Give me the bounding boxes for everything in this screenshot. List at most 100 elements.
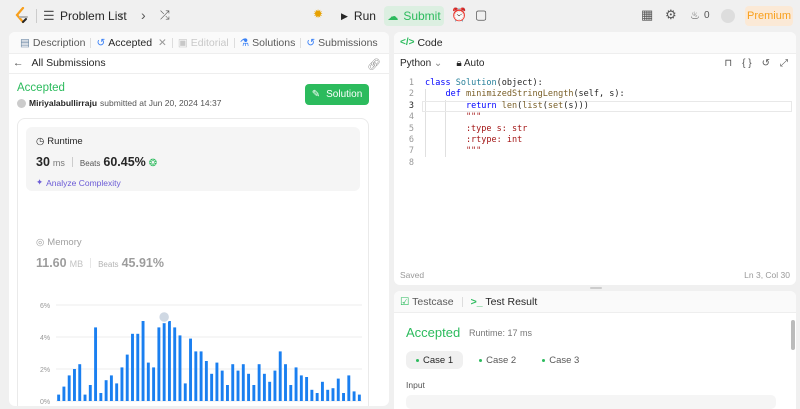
- chart-bar[interactable]: [141, 321, 145, 401]
- case-tab-2[interactable]: Case 2: [469, 351, 526, 369]
- chart-bar[interactable]: [62, 386, 66, 401]
- chart-bar[interactable]: [284, 364, 287, 401]
- chart-bar[interactable]: [210, 373, 214, 401]
- submit-button[interactable]: ☁ Submit: [384, 6, 444, 26]
- chart-bar[interactable]: [157, 327, 161, 401]
- chart-bar[interactable]: [320, 381, 324, 401]
- debug-icon[interactable]: ✹: [313, 7, 323, 21]
- chart-bar[interactable]: [136, 333, 140, 401]
- language-select[interactable]: Python ⌄: [400, 58, 442, 69]
- tab-testcase[interactable]: ☑ Testcase: [400, 296, 454, 308]
- chart-bar[interactable]: [88, 385, 92, 401]
- username[interactable]: Miriyalabullirraju: [29, 98, 97, 108]
- chart-bar[interactable]: [257, 364, 261, 401]
- chart-bar[interactable]: [326, 389, 330, 401]
- tab-accepted[interactable]: ↺ Accepted ✕: [91, 37, 171, 49]
- fire-icon[interactable]: ♨: [690, 9, 700, 22]
- chart-bar[interactable]: [173, 327, 177, 401]
- gear-icon[interactable]: ⚙: [665, 7, 677, 23]
- chart-bar[interactable]: [178, 335, 182, 401]
- tab-code[interactable]: Code: [417, 37, 442, 49]
- leetcode-logo-icon[interactable]: [13, 7, 31, 25]
- user-avatar[interactable]: [17, 98, 26, 108]
- chart-bar[interactable]: [120, 367, 124, 401]
- chart-bar[interactable]: [342, 393, 345, 401]
- tab-submissions[interactable]: ↺ Submissions: [301, 37, 382, 49]
- code-editor[interactable]: 1 class Solution(object): 2 def minimized…: [394, 78, 796, 169]
- chart-bar[interactable]: [73, 369, 76, 401]
- chart-bar[interactable]: [252, 385, 256, 401]
- layout-icon[interactable]: ▦: [641, 7, 653, 23]
- tab-description[interactable]: ▤ Description: [15, 37, 90, 49]
- chart-bar[interactable]: [131, 333, 134, 401]
- braces-icon[interactable]: { }: [742, 58, 751, 69]
- chart-bar[interactable]: [99, 393, 103, 401]
- note-icon[interactable]: ▢: [475, 7, 487, 23]
- chart-bar[interactable]: [67, 375, 71, 401]
- problem-list-link[interactable]: Problem List: [60, 9, 127, 23]
- chart-bar[interactable]: [109, 375, 113, 401]
- bookmark-icon[interactable]: ⊓: [724, 58, 732, 69]
- chevron-right-icon[interactable]: ›: [141, 7, 146, 23]
- avatar[interactable]: [721, 9, 735, 23]
- premium-button[interactable]: Premium: [745, 6, 793, 26]
- chart-bar[interactable]: [194, 351, 198, 401]
- runtime-box[interactable]: ◷ Runtime 30 ms Beats 60.45% ❂ ✦ Analyze…: [26, 127, 360, 191]
- auto-mode[interactable]: 🔒︎ Auto: [456, 58, 484, 69]
- chart-bar[interactable]: [162, 313, 166, 401]
- link-icon[interactable]: 🔗︎: [367, 58, 381, 71]
- chart-bar[interactable]: [262, 373, 266, 401]
- chart-bar[interactable]: [226, 385, 229, 401]
- case-tab-3[interactable]: Case 3: [532, 351, 589, 369]
- chart-bar[interactable]: [289, 385, 293, 401]
- chart-bar[interactable]: [236, 370, 240, 401]
- chart-bar[interactable]: [299, 375, 303, 401]
- chart-bar[interactable]: [115, 383, 119, 401]
- chart-bar[interactable]: [278, 351, 282, 401]
- chart-bar[interactable]: [357, 394, 361, 401]
- reset-icon[interactable]: ↺: [762, 58, 770, 69]
- expand-icon[interactable]: ⤢: [780, 58, 788, 69]
- solution-button[interactable]: ✎ Solution: [305, 84, 369, 105]
- chart-bar[interactable]: [189, 338, 192, 401]
- memory-label[interactable]: ◎ Memory: [36, 237, 82, 248]
- list-icon[interactable]: ☰: [43, 8, 55, 24]
- chart-bar[interactable]: [199, 351, 203, 401]
- chart-bar[interactable]: [125, 354, 129, 401]
- chart-bar[interactable]: [310, 389, 314, 401]
- chart-bar[interactable]: [83, 394, 87, 401]
- runtime-distribution-chart[interactable]: 0%2%4%6%11ms23ms33ms43ms53ms: [18, 289, 370, 406]
- scrollbar[interactable]: [791, 320, 795, 350]
- chart-bar[interactable]: [294, 367, 298, 401]
- all-submissions-link[interactable]: ← All Submissions: [13, 57, 106, 69]
- chart-bar[interactable]: [241, 364, 245, 401]
- chart-bar[interactable]: [315, 393, 319, 401]
- chart-bar[interactable]: [247, 373, 251, 401]
- chart-bar[interactable]: [347, 375, 351, 401]
- chart-bar[interactable]: [336, 378, 340, 401]
- chart-bar[interactable]: [331, 388, 335, 401]
- chart-bar[interactable]: [152, 367, 156, 401]
- chart-bar[interactable]: [146, 362, 150, 401]
- chart-bar[interactable]: [352, 391, 356, 401]
- chart-bar[interactable]: [215, 362, 219, 401]
- resize-handle[interactable]: [590, 287, 602, 289]
- tab-solutions[interactable]: ⚗ Solutions: [235, 37, 301, 49]
- chevron-left-icon[interactable]: ‹: [119, 7, 124, 23]
- chart-bar[interactable]: [94, 327, 98, 401]
- chart-bar[interactable]: [167, 321, 171, 401]
- tab-editorial[interactable]: ▣ Editorial: [173, 37, 234, 49]
- chart-bar[interactable]: [305, 377, 309, 401]
- run-button[interactable]: ▶ Run: [335, 6, 382, 26]
- close-icon[interactable]: ✕: [158, 37, 167, 49]
- case-tab-1[interactable]: Case 1: [406, 351, 464, 369]
- shuffle-icon[interactable]: ⤮: [160, 8, 170, 23]
- chart-bar[interactable]: [220, 370, 224, 401]
- chart-bar[interactable]: [104, 380, 108, 401]
- chart-bar[interactable]: [78, 364, 82, 401]
- chart-bar[interactable]: [57, 394, 61, 401]
- chart-bar[interactable]: [273, 370, 277, 401]
- analyze-complexity-link[interactable]: ✦ Analyze Complexity: [36, 177, 121, 188]
- chart-bar[interactable]: [231, 364, 235, 401]
- tab-test-result[interactable]: >_ Test Result: [471, 296, 538, 308]
